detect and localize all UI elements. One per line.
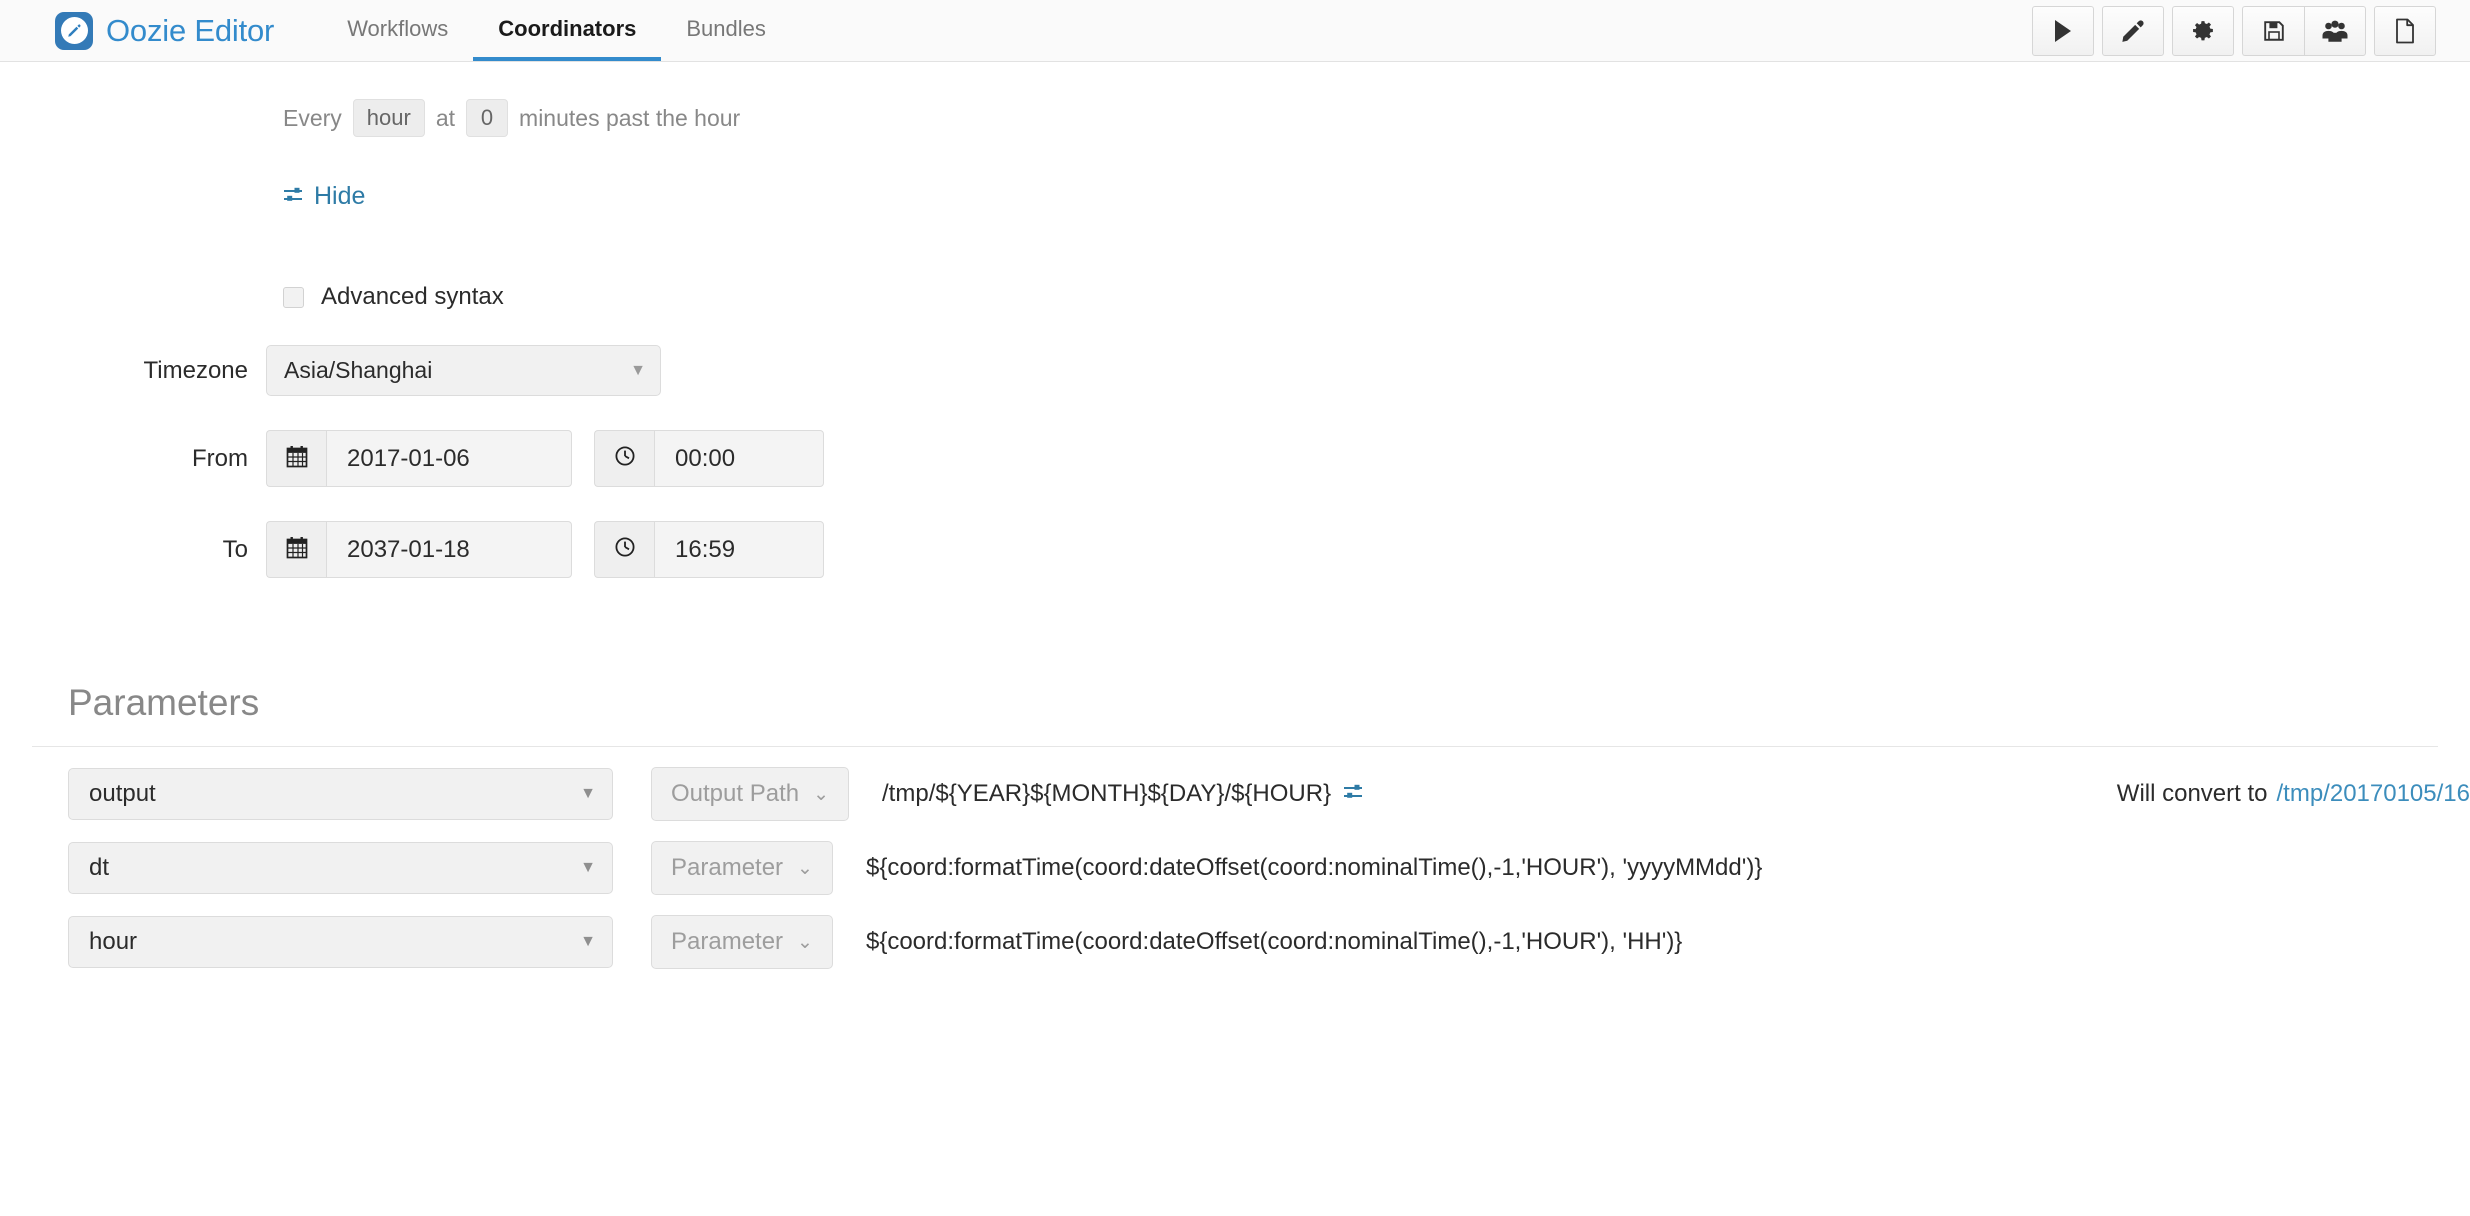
pencil-logo-icon	[55, 11, 93, 50]
frequency-minutes-chip[interactable]: 0	[466, 99, 509, 137]
convert-prefix-label: Will convert to	[2116, 780, 2268, 807]
timezone-label: Timezone	[143, 356, 248, 384]
advanced-syntax-checkbox[interactable]	[283, 286, 304, 308]
share-button[interactable]	[2304, 5, 2366, 56]
advanced-syntax-row: Advanced syntax	[0, 283, 2470, 311]
chevron-down-icon: ⌄	[797, 931, 813, 953]
pencil-icon	[2120, 18, 2146, 44]
convert-value-link[interactable]: /tmp/20170105/16	[2277, 780, 2470, 808]
parameter-name-value: dt	[89, 854, 110, 881]
edit-button[interactable]	[2102, 5, 2164, 56]
hide-link-label: Hide	[314, 182, 366, 210]
from-clock-button[interactable]	[594, 430, 654, 487]
hide-link[interactable]: Hide	[283, 182, 365, 211]
clock-icon	[614, 536, 636, 563]
clock-icon	[614, 445, 636, 472]
parameter-type-label: Parameter	[671, 854, 784, 881]
play-icon	[2052, 19, 2074, 43]
new-button[interactable]	[2374, 5, 2436, 56]
timezone-select[interactable]: Asia/Shanghai ▼	[266, 345, 661, 396]
main-content: Every hour at 0 minutes past the hour Hi…	[0, 62, 2470, 969]
tab-bundles[interactable]: Bundles	[661, 0, 791, 61]
parameter-type-button[interactable]: Parameter ⌄	[651, 915, 833, 969]
to-date-input[interactable]: 2037-01-18	[326, 521, 572, 578]
from-date-input[interactable]: 2017-01-06	[326, 430, 572, 487]
from-time-input[interactable]: 00:00	[654, 430, 824, 487]
save-button[interactable]	[2242, 5, 2304, 56]
to-clock-button[interactable]	[594, 521, 654, 578]
top-navigation-bar: Oozie Editor Workflows Coordinators Bund…	[0, 0, 2470, 62]
parameter-type-label: Parameter	[671, 928, 784, 955]
hide-row: Hide	[0, 182, 2470, 211]
frequency-suffix-label: minutes past the hour	[519, 104, 741, 131]
tab-workflows[interactable]: Workflows	[322, 0, 473, 61]
parameter-value-text: ${coord:formatTime(coord:dateOffset(coor…	[865, 854, 1763, 881]
parameter-name-select[interactable]: hour ▼	[68, 916, 613, 968]
document-icon	[2394, 18, 2416, 44]
brand-title: Oozie Editor	[106, 12, 275, 48]
chevron-down-icon: ⌄	[797, 857, 813, 879]
calendar-icon	[286, 536, 308, 564]
parameter-value[interactable]: ${coord:formatTime(coord:dateOffset(coor…	[866, 928, 1682, 956]
parameter-value-text: /tmp/${YEAR}${MONTH}${DAY}/${HOUR}	[882, 780, 1332, 807]
parameter-value[interactable]: /tmp/${YEAR}${MONTH}${DAY}/${HOUR}	[882, 780, 1364, 808]
gear-icon	[2191, 18, 2216, 43]
chevron-down-icon: ▼	[630, 361, 646, 379]
sliders-icon	[283, 182, 304, 211]
users-group-icon	[2321, 19, 2349, 43]
parameter-name-select[interactable]: output ▼	[68, 768, 613, 820]
to-label: To	[222, 535, 248, 563]
convert-note: Will convert to /tmp/20170105/16	[2117, 780, 2470, 808]
parameter-name-value: output	[89, 780, 156, 807]
tab-coordinators[interactable]: Coordinators	[473, 0, 662, 61]
frequency-prefix-label: Every	[283, 104, 342, 131]
from-time-group: 00:00	[594, 430, 824, 487]
chevron-down-icon: ▼	[580, 785, 596, 802]
timezone-value: Asia/Shanghai	[284, 357, 433, 383]
parameter-row: hour ▼ Parameter ⌄ ${coord:formatTime(co…	[0, 915, 2470, 969]
parameters-divider	[32, 746, 2438, 747]
chevron-down-icon: ▼	[580, 859, 596, 876]
brand[interactable]: Oozie Editor	[55, 0, 300, 61]
parameter-value[interactable]: ${coord:formatTime(coord:dateOffset(coor…	[866, 854, 1762, 882]
to-time-group: 16:59	[594, 521, 824, 578]
frequency-row: Every hour at 0 minutes past the hour	[0, 96, 2470, 140]
to-date-group: 2037-01-18	[266, 521, 572, 578]
sliders-icon[interactable]	[1343, 780, 1364, 808]
parameter-row: dt ▼ Parameter ⌄ ${coord:formatTime(coor…	[0, 841, 2470, 895]
parameter-type-button[interactable]: Parameter ⌄	[651, 841, 833, 895]
to-row: To 2037-01-18 16:59	[0, 521, 2470, 578]
run-button[interactable]	[2032, 5, 2094, 56]
settings-button[interactable]	[2172, 5, 2234, 56]
to-time-input[interactable]: 16:59	[654, 521, 824, 578]
from-row: From 2017-01-06 00:00	[0, 430, 2470, 487]
from-calendar-button[interactable]	[266, 430, 326, 487]
parameters-title: Parameters	[68, 682, 260, 723]
advanced-syntax-label: Advanced syntax	[321, 283, 504, 310]
floppy-save-icon	[2262, 19, 2286, 43]
chevron-down-icon: ▼	[580, 933, 596, 950]
to-calendar-button[interactable]	[266, 521, 326, 578]
frequency-unit-chip[interactable]: hour	[352, 99, 425, 137]
main-tabs: Workflows Coordinators Bundles	[322, 0, 791, 61]
from-label: From	[192, 444, 248, 472]
parameter-name-select[interactable]: dt ▼	[68, 842, 613, 894]
parameter-type-button[interactable]: Output Path ⌄	[651, 767, 850, 821]
parameter-name-value: hour	[89, 928, 138, 955]
schedule-section: Every hour at 0 minutes past the hour Hi…	[0, 62, 2470, 578]
parameters-section: Parameters output ▼ Output Path ⌄ /tmp/$…	[0, 682, 2470, 969]
from-date-group: 2017-01-06	[266, 430, 572, 487]
calendar-icon	[286, 445, 308, 473]
parameter-type-label: Output Path	[671, 780, 800, 807]
parameter-value-text: ${coord:formatTime(coord:dateOffset(coor…	[865, 928, 1683, 955]
toolbar	[2032, 0, 2436, 61]
chevron-down-icon: ⌄	[813, 783, 830, 805]
parameter-row: output ▼ Output Path ⌄ /tmp/${YEAR}${MON…	[0, 767, 2470, 821]
timezone-row: Timezone Asia/Shanghai ▼	[0, 345, 2470, 396]
frequency-at-label: at	[435, 104, 456, 131]
